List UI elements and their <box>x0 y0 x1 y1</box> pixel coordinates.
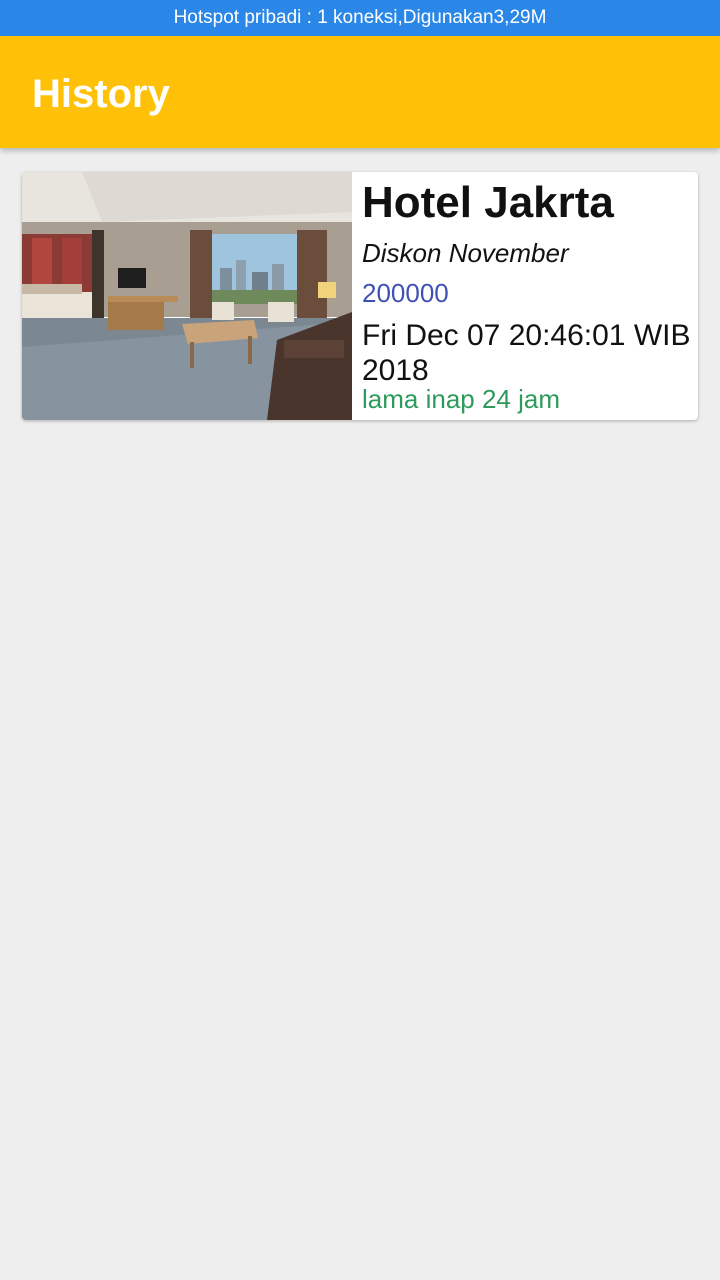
history-card[interactable]: Hotel Jakrta Diskon November 200000 Fri … <box>22 172 698 420</box>
hotel-room-photo <box>22 172 352 420</box>
booking-date: Fri Dec 07 20:46:01 WIB 2018 <box>362 319 691 387</box>
status-bar: Hotspot pribadi : 1 koneksi,Digunakan3,2… <box>0 0 720 36</box>
price-value: 200000 <box>362 278 449 308</box>
status-bar-text: Hotspot pribadi : 1 koneksi,Digunakan3,2… <box>173 7 547 28</box>
page-title: History <box>32 72 170 116</box>
stay-duration: lama inap 24 jam <box>362 384 560 414</box>
app-bar: History <box>0 36 720 148</box>
promo-label: Diskon November <box>362 238 569 268</box>
hotel-name: Hotel Jakrta <box>362 178 614 227</box>
